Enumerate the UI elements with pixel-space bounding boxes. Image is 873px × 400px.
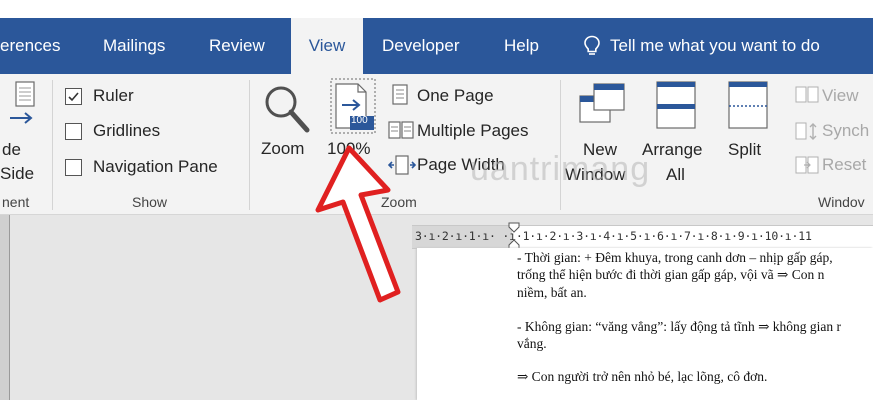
group-separator: [52, 80, 53, 210]
gridlines-label: Gridlines: [93, 121, 161, 140]
view-side-by-side-label[interactable]: View: [822, 86, 859, 106]
arrange-all-line1[interactable]: Arrange: [642, 140, 702, 160]
tab-help[interactable]: Help: [504, 18, 539, 74]
word-window: erences Mailings Review View Developer H…: [0, 0, 873, 400]
tab-developer[interactable]: Developer: [382, 18, 460, 74]
zoom-magnifier-icon[interactable]: [261, 82, 311, 134]
multiple-pages-icon[interactable]: [388, 120, 414, 140]
navigation-pane-label: Navigation Pane: [93, 157, 218, 176]
vertical-ruler-edge: [0, 215, 10, 400]
reset-window-position-icon[interactable]: [795, 156, 819, 176]
one-page-label[interactable]: One Page: [417, 86, 494, 106]
doc-line-3: niềm, bất an.: [517, 285, 587, 300]
multiple-pages-label[interactable]: Multiple Pages: [417, 121, 529, 141]
doc-line-1: - Thời gian: + Đêm khuya, trong canh dơn…: [517, 250, 833, 265]
show-group-label: Show: [132, 194, 168, 210]
tab-mailings[interactable]: Mailings: [103, 18, 165, 74]
hundred-badge: 100: [351, 115, 368, 126]
ruler-label: Ruler: [93, 86, 134, 105]
horizontal-ruler[interactable]: 3·ı·2·ı·1·ı· ·ı·1·ı·2·ı·3·ı·4·ı·5·ı·6·ı·…: [412, 222, 873, 251]
red-arrow-annotation: [315, 145, 401, 303]
synchronous-scrolling-label[interactable]: Synch: [822, 121, 869, 141]
navigation-pane-checkbox[interactable]: [65, 159, 82, 176]
arrange-all-icon[interactable]: [655, 80, 697, 130]
group-separator: [249, 80, 250, 210]
checkmark-icon: [68, 92, 79, 102]
split-icon[interactable]: [727, 80, 769, 130]
ruler-checkbox[interactable]: [65, 88, 82, 105]
lightbulb-icon: [584, 35, 600, 55]
tab-review[interactable]: Review: [209, 18, 265, 74]
tab-view[interactable]: View: [291, 18, 363, 74]
split-label[interactable]: Split: [728, 140, 761, 160]
zoom-label[interactable]: Zoom: [261, 139, 304, 159]
reset-window-position-label[interactable]: Reset: [822, 155, 866, 175]
tell-me-search[interactable]: Tell me what you want to do: [583, 18, 820, 74]
side-to-side-icon[interactable]: [8, 80, 38, 124]
tab-references[interactable]: erences: [0, 18, 60, 74]
doc-line-5: vắng.: [517, 336, 547, 351]
arrange-all-line2[interactable]: All: [666, 165, 685, 185]
gridlines-checkbox[interactable]: [65, 123, 82, 140]
group-separator: [560, 80, 561, 210]
ribbon-panel: de Side nent Ruler Gridlines Navigation …: [0, 74, 873, 215]
document-page[interactable]: - Thời gian: + Đêm khuya, trong canh dơn…: [417, 248, 873, 400]
tell-me-label: Tell me what you want to do: [610, 36, 820, 55]
ruler-ticks: 3·ı·2·ı·1·ı· ·ı·1·ı·2·ı·3·ı·4·ı·5·ı·6·ı·…: [415, 229, 812, 243]
one-page-icon[interactable]: [390, 84, 410, 106]
views-group-label: nent: [2, 194, 30, 210]
doc-line-6: ⇒ Con người trở nên nhỏ bé, lạc lõng, cô…: [517, 369, 768, 384]
doc-line-4: - Không gian: “văng vẳng”: lấy động tả t…: [517, 319, 841, 334]
side-to-side-line2: Side: [0, 164, 35, 183]
ribbon-tab-bar: erences Mailings Review View Developer H…: [0, 18, 873, 74]
synchronous-scrolling-icon[interactable]: [795, 122, 819, 142]
side-to-side-line1: de: [2, 140, 21, 159]
watermark-text: uantrimang: [470, 150, 651, 188]
view-side-by-side-icon[interactable]: [795, 86, 819, 104]
window-group-label: Windov: [818, 194, 865, 210]
doc-line-2: trống thể hiện bước đi thời gian gấp gáp…: [517, 267, 825, 282]
new-window-icon[interactable]: [578, 82, 626, 126]
